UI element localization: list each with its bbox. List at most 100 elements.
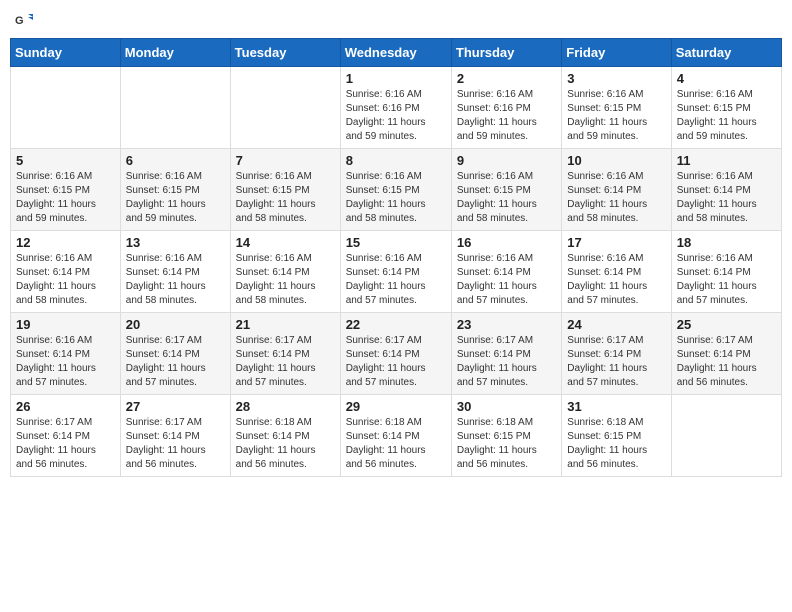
day-info: Sunrise: 6:16 AM Sunset: 6:14 PM Dayligh… (16, 334, 115, 390)
day-number: 31 (567, 399, 665, 414)
calendar-cell: 28Sunrise: 6:18 AM Sunset: 6:14 PM Dayli… (230, 395, 340, 477)
day-info: Sunrise: 6:17 AM Sunset: 6:14 PM Dayligh… (457, 334, 556, 390)
day-number: 9 (457, 153, 556, 168)
day-info: Sunrise: 6:16 AM Sunset: 6:16 PM Dayligh… (457, 88, 556, 144)
day-info: Sunrise: 6:16 AM Sunset: 6:14 PM Dayligh… (236, 252, 335, 308)
day-number: 19 (16, 317, 115, 332)
day-number: 22 (346, 317, 446, 332)
calendar-cell (671, 395, 781, 477)
calendar-cell: 6Sunrise: 6:16 AM Sunset: 6:15 PM Daylig… (120, 149, 230, 231)
day-number: 23 (457, 317, 556, 332)
calendar-cell: 8 Sunrise: 6:16 AM Sunset: 6:15 PM Daylig… (340, 149, 451, 231)
day-number: 14 (236, 235, 335, 250)
day-number: 3 (567, 71, 665, 86)
weekday-header-row: SundayMondayTuesdayWednesdayThursdayFrid… (11, 39, 782, 67)
calendar-cell: 16 Sunrise: 6:16 AM Sunset: 6:14 PM Dayli… (451, 231, 561, 313)
day-info: Sunrise: 6:16 AM Sunset: 6:14 PM Dayligh… (677, 170, 776, 226)
day-info: Sunrise: 6:16 AM Sunset: 6:15 PM Dayligh… (346, 170, 446, 226)
day-info: Sunrise: 6:18 AM Sunset: 6:15 PM Dayligh… (457, 416, 556, 472)
day-number: 18 (677, 235, 776, 250)
calendar-cell: 12 Sunrise: 6:16 AM Sunset: 6:14 PM Dayli… (11, 231, 121, 313)
logo: G (14, 10, 36, 30)
day-number: 1 (346, 71, 446, 86)
day-info: Sunrise: 6:16 AM Sunset: 6:15 PM Dayligh… (457, 170, 556, 226)
svg-text:G: G (15, 15, 24, 27)
day-number: 30 (457, 399, 556, 414)
calendar-cell: 2 Sunrise: 6:16 AM Sunset: 6:16 PM Daylig… (451, 67, 561, 149)
calendar-week-row: 26 Sunrise: 6:17 AM Sunset: 6:14 PM Dayli… (11, 395, 782, 477)
calendar-cell: 31 Sunrise: 6:18 AM Sunset: 6:15 PM Dayli… (562, 395, 671, 477)
day-number: 2 (457, 71, 556, 86)
day-info: Sunrise: 6:17 AM Sunset: 6:14 PM Dayligh… (126, 416, 225, 472)
day-number: 13 (126, 235, 225, 250)
calendar-cell: 23 Sunrise: 6:17 AM Sunset: 6:14 PM Dayli… (451, 313, 561, 395)
day-info: Sunrise: 6:18 AM Sunset: 6:14 PM Dayligh… (236, 416, 335, 472)
calendar-cell: 20Sunrise: 6:17 AM Sunset: 6:14 PM Dayli… (120, 313, 230, 395)
calendar-week-row: 5 Sunrise: 6:16 AM Sunset: 6:15 PM Daylig… (11, 149, 782, 231)
day-info: Sunrise: 6:18 AM Sunset: 6:14 PM Dayligh… (346, 416, 446, 472)
day-info: Sunrise: 6:16 AM Sunset: 6:14 PM Dayligh… (16, 252, 115, 308)
day-info: Sunrise: 6:16 AM Sunset: 6:15 PM Dayligh… (126, 170, 225, 226)
calendar-cell: 1Sunrise: 6:16 AM Sunset: 6:16 PM Daylig… (340, 67, 451, 149)
day-info: Sunrise: 6:17 AM Sunset: 6:14 PM Dayligh… (236, 334, 335, 390)
day-info: Sunrise: 6:16 AM Sunset: 6:14 PM Dayligh… (457, 252, 556, 308)
calendar-cell: 25 Sunrise: 6:17 AM Sunset: 6:14 PM Dayli… (671, 313, 781, 395)
day-info: Sunrise: 6:17 AM Sunset: 6:14 PM Dayligh… (677, 334, 776, 390)
calendar-cell (11, 67, 121, 149)
calendar-table: SundayMondayTuesdayWednesdayThursdayFrid… (10, 38, 782, 477)
calendar-week-row: 19 Sunrise: 6:16 AM Sunset: 6:14 PM Dayli… (11, 313, 782, 395)
calendar-cell: 9 Sunrise: 6:16 AM Sunset: 6:15 PM Daylig… (451, 149, 561, 231)
day-info: Sunrise: 6:18 AM Sunset: 6:15 PM Dayligh… (567, 416, 665, 472)
weekday-header-sunday: Sunday (11, 39, 121, 67)
calendar-cell: 24Sunrise: 6:17 AM Sunset: 6:14 PM Dayli… (562, 313, 671, 395)
weekday-header-tuesday: Tuesday (230, 39, 340, 67)
calendar-cell: 15Sunrise: 6:16 AM Sunset: 6:14 PM Dayli… (340, 231, 451, 313)
page-header: G (10, 10, 782, 30)
calendar-cell: 22 Sunrise: 6:17 AM Sunset: 6:14 PM Dayli… (340, 313, 451, 395)
day-info: Sunrise: 6:16 AM Sunset: 6:15 PM Dayligh… (236, 170, 335, 226)
calendar-week-row: 12 Sunrise: 6:16 AM Sunset: 6:14 PM Dayli… (11, 231, 782, 313)
day-number: 5 (16, 153, 115, 168)
weekday-header-saturday: Saturday (671, 39, 781, 67)
calendar-cell: 7 Sunrise: 6:16 AM Sunset: 6:15 PM Daylig… (230, 149, 340, 231)
calendar-cell: 3 Sunrise: 6:16 AM Sunset: 6:15 PM Daylig… (562, 67, 671, 149)
day-info: Sunrise: 6:17 AM Sunset: 6:14 PM Dayligh… (346, 334, 446, 390)
calendar-cell: 13Sunrise: 6:16 AM Sunset: 6:14 PM Dayli… (120, 231, 230, 313)
logo-icon: G (14, 10, 34, 30)
day-number: 4 (677, 71, 776, 86)
calendar-cell: 30 Sunrise: 6:18 AM Sunset: 6:15 PM Dayli… (451, 395, 561, 477)
calendar-cell: 21 Sunrise: 6:17 AM Sunset: 6:14 PM Dayli… (230, 313, 340, 395)
day-info: Sunrise: 6:16 AM Sunset: 6:15 PM Dayligh… (16, 170, 115, 226)
day-info: Sunrise: 6:16 AM Sunset: 6:14 PM Dayligh… (567, 252, 665, 308)
day-info: Sunrise: 6:16 AM Sunset: 6:15 PM Dayligh… (677, 88, 776, 144)
calendar-cell: 17 Sunrise: 6:16 AM Sunset: 6:14 PM Dayli… (562, 231, 671, 313)
calendar-cell (120, 67, 230, 149)
calendar-cell: 10Sunrise: 6:16 AM Sunset: 6:14 PM Dayli… (562, 149, 671, 231)
day-number: 26 (16, 399, 115, 414)
day-info: Sunrise: 6:16 AM Sunset: 6:14 PM Dayligh… (677, 252, 776, 308)
calendar-cell: 14 Sunrise: 6:16 AM Sunset: 6:14 PM Dayli… (230, 231, 340, 313)
day-number: 27 (126, 399, 225, 414)
day-number: 8 (346, 153, 446, 168)
day-number: 16 (457, 235, 556, 250)
day-number: 21 (236, 317, 335, 332)
calendar-cell: 4 Sunrise: 6:16 AM Sunset: 6:15 PM Daylig… (671, 67, 781, 149)
day-number: 20 (126, 317, 225, 332)
calendar-cell: 27 Sunrise: 6:17 AM Sunset: 6:14 PM Dayli… (120, 395, 230, 477)
weekday-header-monday: Monday (120, 39, 230, 67)
calendar-cell (230, 67, 340, 149)
day-info: Sunrise: 6:16 AM Sunset: 6:14 PM Dayligh… (346, 252, 446, 308)
weekday-header-wednesday: Wednesday (340, 39, 451, 67)
day-info: Sunrise: 6:16 AM Sunset: 6:15 PM Dayligh… (567, 88, 665, 144)
day-number: 25 (677, 317, 776, 332)
day-number: 29 (346, 399, 446, 414)
day-number: 7 (236, 153, 335, 168)
calendar-cell: 19 Sunrise: 6:16 AM Sunset: 6:14 PM Dayli… (11, 313, 121, 395)
calendar-cell: 26Sunrise: 6:17 AM Sunset: 6:14 PM Dayli… (11, 395, 121, 477)
day-number: 12 (16, 235, 115, 250)
day-info: Sunrise: 6:16 AM Sunset: 6:14 PM Dayligh… (567, 170, 665, 226)
calendar-cell: 11Sunrise: 6:16 AM Sunset: 6:14 PM Dayli… (671, 149, 781, 231)
day-number: 17 (567, 235, 665, 250)
weekday-header-friday: Friday (562, 39, 671, 67)
calendar-cell: 29 Sunrise: 6:18 AM Sunset: 6:14 PM Dayli… (340, 395, 451, 477)
